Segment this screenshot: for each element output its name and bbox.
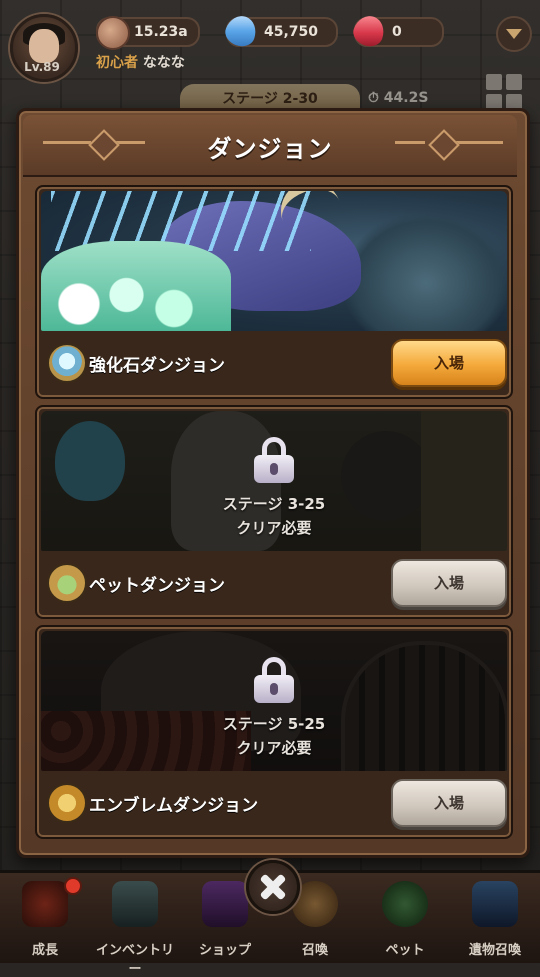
nav-growth[interactable]: 成長 [0,877,90,963]
nav-label: 召喚 [301,943,328,958]
top-hud: Lv.89 15.23a 45,750 0 初心者 ななな ステージ 2-30 … [0,0,540,114]
blue-gem-currency: 45,750 [221,11,339,51]
pet-icon [382,881,428,927]
nav-label: 遺物召喚 [468,943,521,958]
dungeon-art-emblem: ステージ 5-25 クリア必要 [41,631,507,771]
dungeon-name: 強化石ダンジョン [89,356,225,376]
crystal-emblem-icon [47,343,87,383]
growth-icon [22,881,68,927]
paw-emblem-icon [47,563,87,603]
gold-coin-icon [96,16,130,50]
lock-requirement-clear: クリア必要 [236,739,312,757]
nickname-name: ななな [142,55,185,71]
lock-requirement-stage: ステージ 3-25 [222,495,326,513]
enter-button-locked[interactable]: 入場 [391,559,507,607]
modal-header: ダンジョン [23,115,517,177]
nav-pet[interactable]: ペット [360,877,450,963]
modal-title: ダンジョン [207,135,333,163]
dungeon-modal: ダンジョン 強化石ダンジョン 入場 ステージ 3-25 クリア必要 ペットダンジ… [16,108,530,858]
notification-badge [64,877,82,895]
player-level: Lv.89 [24,60,60,74]
inventory-icon [112,881,158,927]
nav-relic-summon[interactable]: 遺物召喚 [450,877,540,963]
stage-timer: ⏱ 44.2S [368,90,429,106]
enter-button[interactable]: 入場 [391,339,507,387]
dungeon-card-footer: エンブレムダンジョン 入場 [41,773,507,833]
dungeon-card-pet: ステージ 3-25 クリア必要 ペットダンジョン 入場 [35,405,513,619]
nickname: 初心者 ななな [96,52,185,72]
lock-requirement-clear: クリア必要 [236,519,312,537]
timer-value: 44.2S [383,90,429,106]
dropdown-menu-button[interactable] [496,16,532,52]
nav-label: ペット [385,943,425,958]
gold-currency: 15.23a [96,16,200,50]
lock-requirement-stage: ステージ 5-25 [222,715,326,733]
dungeon-art-pet: ステージ 3-25 クリア必要 [41,411,507,551]
nav-label: 成長 [31,943,58,958]
dungeon-card-footer: 強化石ダンジョン 入場 [41,333,507,393]
nav-label: ショップ [198,943,251,958]
dungeon-card-reinforce-stone: 強化石ダンジョン 入場 [35,185,513,399]
lock-icon [254,437,294,483]
lock-icon [254,657,294,703]
shop-icon [202,881,248,927]
close-icon[interactable] [246,860,300,914]
dungeon-card-emblem: ステージ 5-25 クリア必要 エンブレムダンジョン 入場 [35,625,513,839]
enter-button-locked[interactable]: 入場 [391,779,507,827]
dungeon-name: ペットダンジョン [89,576,225,596]
dungeon-art-dragon [41,191,507,331]
relic-summon-icon [472,881,518,927]
red-gem-currency: 0 [349,11,444,51]
avatar-face [29,29,59,63]
emblem-medal-icon [47,783,87,823]
nickname-title: 初心者 [96,55,138,71]
dungeon-name: エンブレムダンジョン [89,796,259,816]
dungeon-card-footer: ペットダンジョン 入場 [41,553,507,613]
nav-label: インベントリー [95,943,174,977]
nav-inventory[interactable]: インベントリー [90,877,180,977]
